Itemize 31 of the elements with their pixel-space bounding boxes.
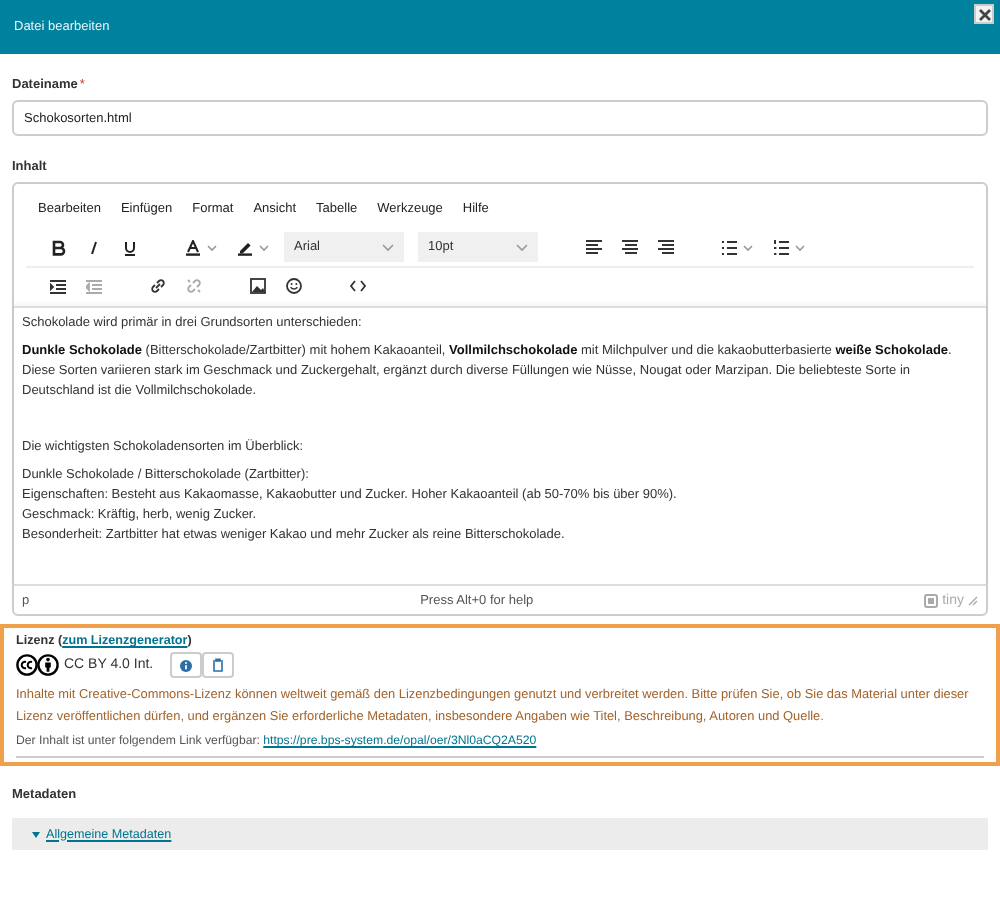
link-icon bbox=[150, 278, 166, 294]
text-color-icon bbox=[186, 239, 218, 255]
highlighter-icon bbox=[238, 239, 270, 255]
underline-icon bbox=[122, 239, 138, 255]
bold-icon bbox=[50, 239, 66, 255]
indent-icon bbox=[50, 279, 66, 293]
numbered-list-icon bbox=[774, 239, 806, 255]
info-button[interactable] bbox=[169, 652, 202, 678]
creative-commons-icon bbox=[16, 654, 60, 676]
info-icon bbox=[179, 659, 192, 671]
align-left-icon bbox=[586, 240, 602, 254]
align-center-icon bbox=[622, 240, 638, 254]
image-icon bbox=[250, 278, 266, 294]
close-icon bbox=[977, 7, 991, 21]
broken-link-icon bbox=[186, 278, 202, 294]
logo-icon bbox=[924, 593, 939, 607]
trash-icon bbox=[211, 658, 224, 672]
bullet-list-icon bbox=[722, 239, 754, 255]
image-button[interactable] bbox=[244, 272, 272, 300]
chevron-down-icon bbox=[382, 243, 394, 251]
resize-handle-icon[interactable] bbox=[967, 595, 978, 605]
smiley-icon bbox=[286, 278, 302, 294]
delete-button[interactable] bbox=[201, 652, 234, 678]
align-right-icon bbox=[658, 240, 674, 254]
emoji-button[interactable] bbox=[280, 272, 308, 300]
close-button[interactable] bbox=[974, 4, 994, 24]
outdent-icon bbox=[86, 279, 102, 293]
code-icon bbox=[350, 280, 366, 292]
caret-down-icon bbox=[32, 831, 40, 837]
italic-icon bbox=[86, 239, 102, 255]
chevron-down-icon bbox=[516, 243, 528, 251]
